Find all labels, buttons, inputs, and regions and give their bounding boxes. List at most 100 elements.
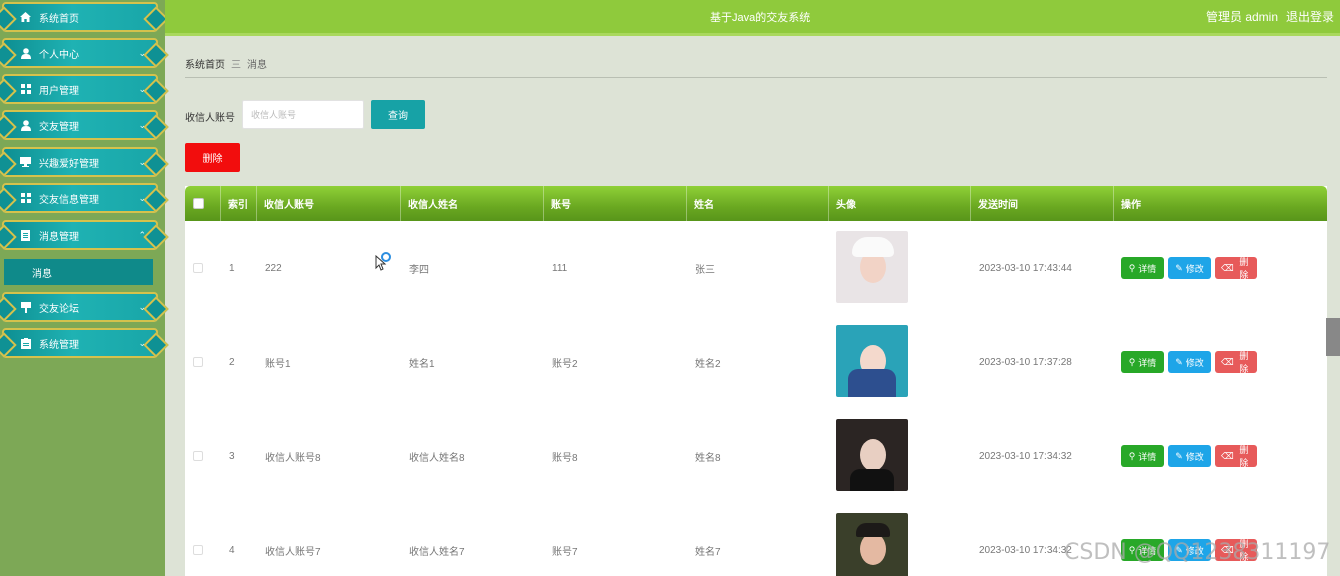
row-checkbox[interactable] xyxy=(193,451,203,461)
delete-button[interactable]: ⌫ 删除 xyxy=(1215,351,1257,374)
sidebar-item-dating-info[interactable]: 交友信息管理 ⌄ xyxy=(2,183,158,213)
cell-recipient-name: 姓名1 xyxy=(409,358,435,370)
sidebar-subitem-messages[interactable]: 消息 xyxy=(4,259,153,285)
site-title: 基于Java的交友系统 xyxy=(710,12,811,24)
scrollbar-thumb[interactable] xyxy=(1326,318,1340,356)
breadcrumb-home[interactable]: 系统首页 xyxy=(185,56,225,71)
search-input[interactable] xyxy=(242,100,364,129)
trash-icon: ⌫ xyxy=(1221,262,1234,273)
cell-name: 姓名2 xyxy=(695,358,721,370)
logout-link[interactable]: 退出登录 xyxy=(1286,8,1334,25)
forum-icon xyxy=(20,301,31,313)
detail-label: 详情 xyxy=(1138,357,1157,368)
admin-label: 管理员 admin xyxy=(1206,10,1279,24)
row-checkbox-cell[interactable] xyxy=(185,315,221,409)
delete-label: 删除 xyxy=(1239,351,1249,374)
edit-button[interactable]: ✎ 修改 xyxy=(1168,351,1211,373)
sidebar-item-messages[interactable]: 消息管理 ⌃ xyxy=(2,220,158,250)
cell-send-time: 2023-03-10 17:34:32 xyxy=(979,450,1072,462)
home-icon xyxy=(20,12,31,23)
delete-button[interactable]: ⌫ 删除 xyxy=(1215,257,1257,280)
header-name: 姓名 xyxy=(687,186,829,221)
monitor-icon xyxy=(20,157,31,168)
edit-button[interactable]: ✎ 修改 xyxy=(1168,445,1211,467)
row-actions: ⚲ 详情 ✎ 修改 ⌫ 删除 xyxy=(1121,445,1257,468)
pencil-icon: ✎ xyxy=(1175,262,1183,273)
avatar-hat xyxy=(852,237,894,257)
row-checkbox[interactable] xyxy=(193,357,203,367)
pencil-icon: ✎ xyxy=(1175,356,1183,367)
sidebar-item-friends[interactable]: 交友管理 ⌄ xyxy=(2,110,158,140)
avatar-face xyxy=(860,439,886,471)
cell-index: 2 xyxy=(229,356,235,368)
trash-icon: ⌫ xyxy=(1221,450,1234,461)
detail-button[interactable]: ⚲ 详情 xyxy=(1121,445,1164,467)
batch-delete-button[interactable]: 删除 xyxy=(185,143,240,172)
edit-label: 修改 xyxy=(1185,451,1204,462)
query-button[interactable]: 查询 xyxy=(371,100,425,129)
avatar xyxy=(836,513,908,576)
sidebar-item-label: 交友论坛 xyxy=(39,303,79,315)
sidebar-item-profile[interactable]: 个人中心 ⌄ xyxy=(2,38,158,68)
delete-button[interactable]: ⌫ 删除 xyxy=(1215,445,1257,468)
cell-send-time: 2023-03-10 17:37:28 xyxy=(979,356,1072,368)
sidebar-item-label: 兴趣爱好管理 xyxy=(39,158,99,170)
detail-button[interactable]: ⚲ 详情 xyxy=(1121,351,1164,373)
row-checkbox-cell[interactable] xyxy=(185,409,221,503)
delete-label: 删除 xyxy=(1239,445,1249,468)
table-row: 2 账号1 姓名1 账号2 姓名2 2023-03-10 17:37:28 ⚲ 详… xyxy=(185,315,1327,409)
avatar xyxy=(836,325,908,397)
sidebar-item-system[interactable]: 系统管理 ⌄ xyxy=(2,328,158,358)
chevron-down-icon: ⌄ xyxy=(138,302,146,312)
sidebar-item-label: 系统首页 xyxy=(39,13,79,25)
header-send-time: 发送时间 xyxy=(971,186,1114,221)
chevron-up-icon: ⌃ xyxy=(138,230,146,240)
row-checkbox[interactable] xyxy=(193,545,203,555)
sidebar-item-hobbies[interactable]: 兴趣爱好管理 ⌄ xyxy=(2,147,158,177)
breadcrumb-current: 消息 xyxy=(247,60,267,71)
avatar-body xyxy=(850,469,894,491)
edit-button[interactable]: ✎ 修改 xyxy=(1168,257,1211,279)
cell-account: 111 xyxy=(552,262,568,274)
cell-index: 3 xyxy=(229,450,235,462)
sidebar-item-label: 交友管理 xyxy=(39,121,79,133)
header-select-all[interactable] xyxy=(185,186,221,221)
delete-label: 删除 xyxy=(1239,257,1249,280)
row-checkbox-cell[interactable] xyxy=(185,221,221,315)
pencil-icon: ✎ xyxy=(1175,450,1183,461)
user-icon xyxy=(20,119,31,131)
chevron-down-icon: ⌄ xyxy=(138,193,146,203)
grid-icon xyxy=(20,84,31,95)
table-header: 索引 收信人账号 收信人姓名 账号 姓名 头像 发送时间 操作 xyxy=(185,186,1327,221)
breadcrumb-separator: 三 xyxy=(231,60,241,71)
cell-recipient-name: 收信人姓名7 xyxy=(409,546,465,558)
detail-button[interactable]: ⚲ 详情 xyxy=(1121,257,1164,279)
cell-account: 账号7 xyxy=(552,546,578,558)
sidebar-item-forum[interactable]: 交友论坛 ⌄ xyxy=(2,292,158,322)
cell-name: 姓名7 xyxy=(695,546,721,558)
row-checkbox[interactable] xyxy=(193,263,203,273)
document-icon xyxy=(20,229,31,241)
cell-recipient-account: 账号1 xyxy=(265,358,291,370)
avatar-hair xyxy=(856,523,890,537)
breadcrumb: 系统首页 三 消息 xyxy=(185,56,267,71)
header-account: 账号 xyxy=(544,186,687,221)
cell-index: 4 xyxy=(229,544,235,556)
header-operations: 操作 xyxy=(1121,200,1141,211)
search-icon: ⚲ xyxy=(1128,262,1136,273)
row-checkbox-cell[interactable] xyxy=(185,503,221,576)
edit-label: 修改 xyxy=(1185,263,1204,274)
chevron-down-icon: ⌄ xyxy=(138,48,146,58)
sidebar-item-label: 消息管理 xyxy=(39,231,79,243)
table-row: 3 收信人账号8 收信人姓名8 账号8 姓名8 2023-03-10 17:34… xyxy=(185,409,1327,503)
select-all-checkbox[interactable] xyxy=(193,198,204,209)
sidebar-item-users[interactable]: 用户管理 ⌄ xyxy=(2,74,158,104)
table-row: 1 222 李四 111 张三 2023-03-10 17:43:44 ⚲ 详情 … xyxy=(185,221,1327,315)
watermark: CSDN @QQ1238311197 xyxy=(1064,540,1331,565)
sidebar-item-home[interactable]: 系统首页 xyxy=(2,2,158,32)
header-avatar: 头像 xyxy=(829,186,971,221)
avatar-body xyxy=(848,369,896,397)
avatar-face xyxy=(860,533,886,565)
clipboard-icon xyxy=(20,337,31,349)
sidebar-item-label: 系统管理 xyxy=(39,339,79,351)
